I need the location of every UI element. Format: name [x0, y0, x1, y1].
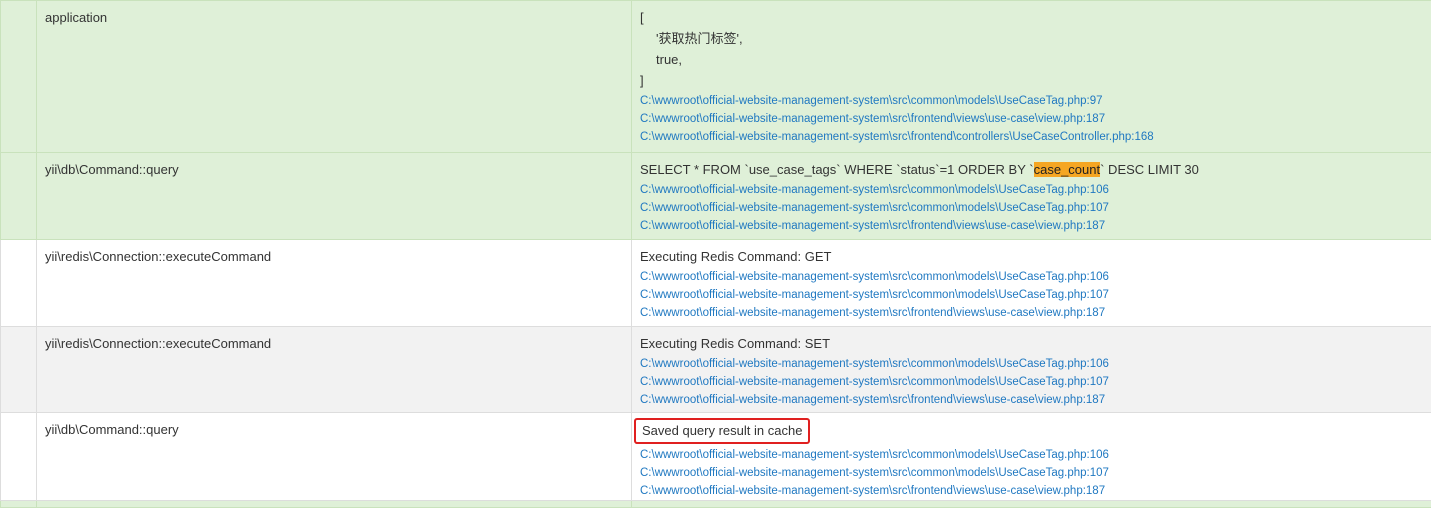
stack-trace: C:\wwwroot\official-website-management-s… [640, 446, 1423, 500]
trace-link[interactable]: C:\wwwroot\official-website-management-s… [640, 304, 1423, 322]
table-row: application [ '获取热门标签', true, ] C:\wwwro… [1, 1, 1431, 153]
trace-link[interactable]: C:\wwwroot\official-website-management-s… [640, 286, 1423, 304]
trace-link[interactable]: C:\wwwroot\official-website-management-s… [640, 373, 1423, 391]
message-cell: Saved query result in cache C:\wwwroot\o… [632, 413, 1431, 501]
message-text: Saved query result in cache [640, 421, 1423, 444]
trace-link[interactable]: C:\wwwroot\official-website-management-s… [640, 268, 1423, 286]
message-text: SELECT * FROM `use_case_tags` WHERE `sta… [640, 161, 1423, 179]
row-gutter [1, 240, 37, 327]
sql-text: ` DESC LIMIT 30 [1100, 162, 1199, 177]
message-text: [ '获取热门标签', true, ] [640, 9, 1423, 90]
row-gutter [1, 1, 37, 153]
trace-link[interactable]: C:\wwwroot\official-website-management-s… [640, 482, 1423, 500]
message-cell: SELECT * FROM `use_case_tags` WHERE `sta… [632, 153, 1431, 240]
stack-trace: C:\wwwroot\official-website-management-s… [640, 181, 1423, 235]
trace-link[interactable]: C:\wwwroot\official-website-management-s… [640, 217, 1423, 235]
category-cell: yii\db\Command::query [37, 153, 632, 240]
annotation-box: Saved query result in cache [634, 418, 810, 444]
trace-link[interactable]: C:\wwwroot\official-website-management-s… [640, 199, 1423, 217]
message-line: true, [640, 51, 1423, 69]
table-row: yii\db\Command::query Saved query result… [1, 413, 1431, 501]
table-row [1, 501, 1431, 508]
message-text: Executing Redis Command: GET [640, 248, 1423, 266]
trace-link[interactable]: C:\wwwroot\official-website-management-s… [640, 391, 1423, 409]
message-cell: [ '获取热门标签', true, ] C:\wwwroot\official-… [632, 1, 1431, 153]
trace-link[interactable]: C:\wwwroot\official-website-management-s… [640, 181, 1423, 199]
category-cell: yii\redis\Connection::executeCommand [37, 240, 632, 327]
trace-link[interactable]: C:\wwwroot\official-website-management-s… [640, 446, 1423, 464]
row-gutter [1, 153, 37, 240]
sql-text: SELECT * FROM `use_case_tags` WHERE `sta… [640, 162, 1034, 177]
category-cell: yii\db\Command::query [37, 413, 632, 501]
trace-link[interactable]: C:\wwwroot\official-website-management-s… [640, 110, 1423, 128]
search-highlight: case_count [1034, 162, 1101, 177]
row-gutter [1, 501, 37, 508]
row-gutter [1, 413, 37, 501]
row-gutter [1, 327, 37, 413]
message-cell [632, 501, 1431, 508]
trace-link[interactable]: C:\wwwroot\official-website-management-s… [640, 464, 1423, 482]
table-row: yii\redis\Connection::executeCommand Exe… [1, 240, 1431, 327]
trace-link[interactable]: C:\wwwroot\official-website-management-s… [640, 92, 1423, 110]
stack-trace: C:\wwwroot\official-website-management-s… [640, 268, 1423, 322]
message-cell: Executing Redis Command: GET C:\wwwroot\… [632, 240, 1431, 327]
trace-link[interactable]: C:\wwwroot\official-website-management-s… [640, 355, 1423, 373]
message-text: Executing Redis Command: SET [640, 335, 1423, 353]
message-line: ] [640, 72, 1423, 90]
stack-trace: C:\wwwroot\official-website-management-s… [640, 355, 1423, 409]
message-line: [ [640, 9, 1423, 27]
message-cell: Executing Redis Command: SET C:\wwwroot\… [632, 327, 1431, 413]
message-line: '获取热门标签', [640, 30, 1423, 48]
category-cell: application [37, 1, 632, 153]
log-messages-table: application [ '获取热门标签', true, ] C:\wwwro… [0, 0, 1431, 508]
category-cell: yii\redis\Connection::executeCommand [37, 327, 632, 413]
category-cell [37, 501, 632, 508]
table-row: yii\db\Command::query SELECT * FROM `use… [1, 153, 1431, 240]
trace-link[interactable]: C:\wwwroot\official-website-management-s… [640, 128, 1423, 146]
stack-trace: C:\wwwroot\official-website-management-s… [640, 92, 1423, 146]
table-row: yii\redis\Connection::executeCommand Exe… [1, 327, 1431, 413]
